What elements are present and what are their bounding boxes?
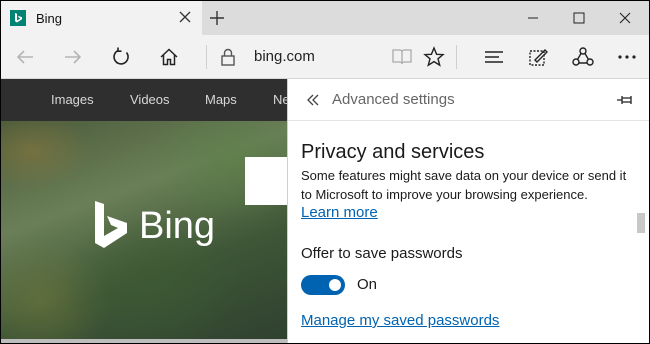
bing-logo-icon bbox=[95, 201, 127, 248]
tab-bing[interactable]: Bing bbox=[1, 1, 202, 35]
panel-title: Advanced settings bbox=[332, 91, 455, 108]
close-window-icon[interactable] bbox=[602, 1, 648, 35]
close-tab-icon[interactable] bbox=[178, 10, 192, 24]
panel-header: Advanced settings bbox=[288, 79, 649, 121]
tab-bar: Bing bbox=[1, 1, 649, 35]
home-icon[interactable] bbox=[156, 44, 182, 70]
bing-logo: Bing bbox=[93, 201, 215, 251]
bing-background-image: Bing bbox=[1, 121, 287, 343]
maximize-icon[interactable] bbox=[556, 1, 602, 35]
lock-icon[interactable] bbox=[215, 44, 241, 70]
offer-save-passwords-label: Offer to save passwords bbox=[301, 245, 463, 262]
vertical-scrollbar-thumb[interactable] bbox=[637, 213, 645, 233]
tab-title: Bing bbox=[36, 10, 63, 26]
bing-nav-bar: Images Videos Maps Ne bbox=[1, 79, 287, 121]
horizontal-scrollbar[interactable] bbox=[1, 339, 287, 343]
forward-arrow-icon[interactable] bbox=[60, 44, 86, 70]
favorite-star-icon[interactable] bbox=[421, 44, 447, 70]
section-description: Some features might save data on your de… bbox=[301, 168, 627, 202]
advanced-settings-panel: Advanced settings Privacy and services S… bbox=[287, 79, 649, 343]
bing-nav-images[interactable]: Images bbox=[51, 92, 94, 107]
bing-logo-text: Bing bbox=[139, 204, 216, 247]
bing-search-box[interactable] bbox=[245, 157, 287, 205]
web-page: Images Videos Maps Ne Bing bbox=[1, 79, 287, 343]
minimize-icon[interactable] bbox=[510, 1, 556, 35]
new-tab-icon[interactable] bbox=[207, 8, 227, 28]
address-separator bbox=[206, 45, 207, 69]
navigation-toolbar: bing.com bbox=[1, 35, 649, 79]
reading-view-icon[interactable] bbox=[389, 44, 415, 70]
bing-favicon-icon bbox=[10, 10, 26, 26]
learn-more-link[interactable]: Learn more bbox=[301, 204, 378, 221]
toggle-knob bbox=[329, 279, 341, 291]
browser-window: Bing bing.com Images Videos Maps Ne Bing… bbox=[1, 1, 649, 343]
bing-nav-maps[interactable]: Maps bbox=[205, 92, 237, 107]
refresh-icon[interactable] bbox=[108, 44, 134, 70]
save-passwords-toggle[interactable] bbox=[301, 275, 345, 295]
section-title: Privacy and services bbox=[301, 141, 485, 163]
more-menu-icon[interactable] bbox=[614, 44, 640, 70]
web-note-icon[interactable] bbox=[525, 44, 551, 70]
toggle-state-label: On bbox=[357, 276, 378, 293]
manage-passwords-link[interactable]: Manage my saved passwords bbox=[301, 312, 499, 329]
bing-nav-videos[interactable]: Videos bbox=[130, 92, 170, 107]
back-arrow-icon[interactable] bbox=[12, 44, 38, 70]
bing-nav-news[interactable]: Ne bbox=[273, 92, 287, 107]
address-bar[interactable]: bing.com bbox=[254, 48, 315, 65]
double-chevron-back-icon[interactable] bbox=[304, 91, 322, 109]
share-icon[interactable] bbox=[570, 44, 596, 70]
hub-icon[interactable] bbox=[481, 44, 507, 70]
toolbar-separator bbox=[456, 45, 457, 69]
pin-icon[interactable] bbox=[616, 92, 634, 108]
